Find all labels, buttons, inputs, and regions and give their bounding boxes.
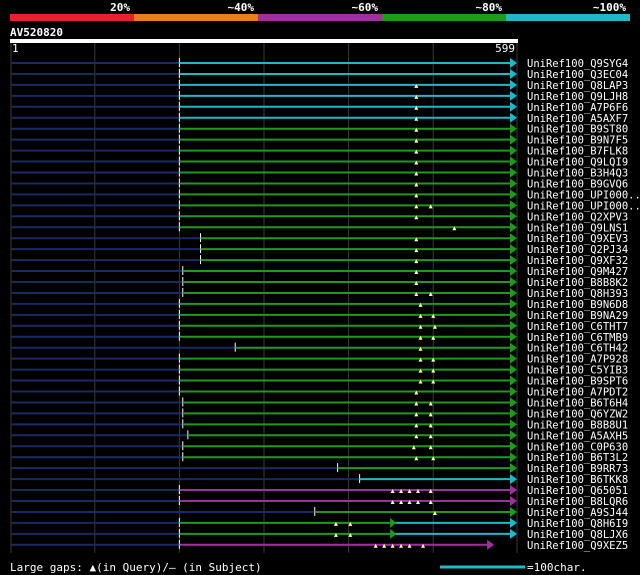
hit-end-arrow [487, 539, 495, 550]
hit-end-arrow [510, 419, 517, 430]
hit-label[interactable]: UniRef100_Q9XEZ5 [527, 540, 628, 552]
legend-label: ~100% [593, 1, 626, 14]
hit-rows: UniRef100_Q9SYG4UniRef100_Q3EC04UniRef10… [11, 58, 640, 552]
legend-swatch [10, 14, 134, 21]
hit-end-arrow [510, 364, 517, 375]
hit-end-arrow [510, 277, 517, 287]
hit-end-arrow [510, 211, 517, 222]
hit-end-arrow [510, 528, 517, 539]
query-name: AV520820 [10, 26, 63, 39]
hit-end-arrow [510, 79, 517, 90]
legend-label: ~40% [228, 1, 255, 14]
hit-end-arrow [510, 189, 517, 200]
hit-end-arrow [510, 506, 517, 517]
hit-row[interactable]: UniRef100_Q9XEZ5 [11, 539, 628, 552]
alignment-chart: 20% ~40% ~60% ~80% ~100% AV520820 1 599 UniR… [10, 1, 640, 574]
hit-end-arrow [510, 298, 517, 309]
hit-end-arrow [510, 255, 517, 266]
hit-end-arrow [510, 145, 517, 156]
query-start-label: 1 [12, 42, 19, 55]
scale-label: =100char. [527, 561, 587, 574]
hit-end-arrow [510, 517, 517, 528]
hit-end-arrow [510, 58, 517, 68]
hit-end-arrow [510, 441, 517, 452]
hit-end-arrow [510, 287, 517, 298]
hit-end-arrow [510, 233, 517, 244]
hit-end-arrow [510, 134, 517, 145]
legend-swatch [382, 14, 506, 21]
grid-lines [10, 43, 518, 553]
hit-end-arrow [510, 266, 517, 277]
hit-end-arrow [510, 167, 517, 178]
hit-end-arrow [510, 397, 517, 408]
hit-end-arrow [510, 90, 517, 101]
hit-end-arrow [510, 386, 517, 397]
hit-end-arrow [510, 178, 517, 189]
hit-end-arrow [510, 112, 517, 123]
hit-end-arrow [510, 156, 517, 167]
hit-end-arrow [510, 320, 517, 331]
hit-end-arrow [510, 452, 517, 463]
hit-end-arrow [510, 353, 517, 364]
hit-mid-arrow [390, 528, 397, 539]
hit-end-arrow [510, 123, 517, 134]
hit-end-arrow [510, 101, 517, 112]
legend-label: 20% [110, 1, 130, 14]
hit-end-arrow [510, 408, 517, 419]
hit-mid-arrow [390, 517, 397, 528]
hit-end-arrow [510, 474, 517, 485]
hit-end-arrow [510, 485, 517, 496]
gap-legend-text: Large gaps: ▲(in Query)/– (in Subject) [10, 561, 262, 574]
hit-end-arrow [510, 430, 517, 441]
hit-end-arrow [510, 244, 517, 255]
query-end-label: 599 [495, 42, 515, 55]
hit-end-arrow [510, 463, 517, 474]
query-bar [10, 39, 518, 43]
hit-end-arrow [510, 375, 517, 386]
hit-end-arrow [510, 331, 517, 342]
hit-end-arrow [510, 68, 517, 79]
identity-legend: 20% ~40% ~60% ~80% ~100% [10, 1, 630, 21]
legend-swatch [506, 14, 630, 21]
hit-end-arrow [510, 342, 517, 353]
hit-end-arrow [510, 200, 517, 211]
hit-end-arrow [510, 222, 517, 233]
legend-label: ~60% [352, 1, 379, 14]
footer: Large gaps: ▲(in Query)/– (in Subject) =… [10, 561, 587, 574]
hit-end-arrow [510, 309, 517, 320]
legend-label: ~80% [476, 1, 503, 14]
legend-swatch [258, 14, 382, 21]
legend-swatch [134, 14, 258, 21]
hit-end-arrow [510, 496, 517, 506]
